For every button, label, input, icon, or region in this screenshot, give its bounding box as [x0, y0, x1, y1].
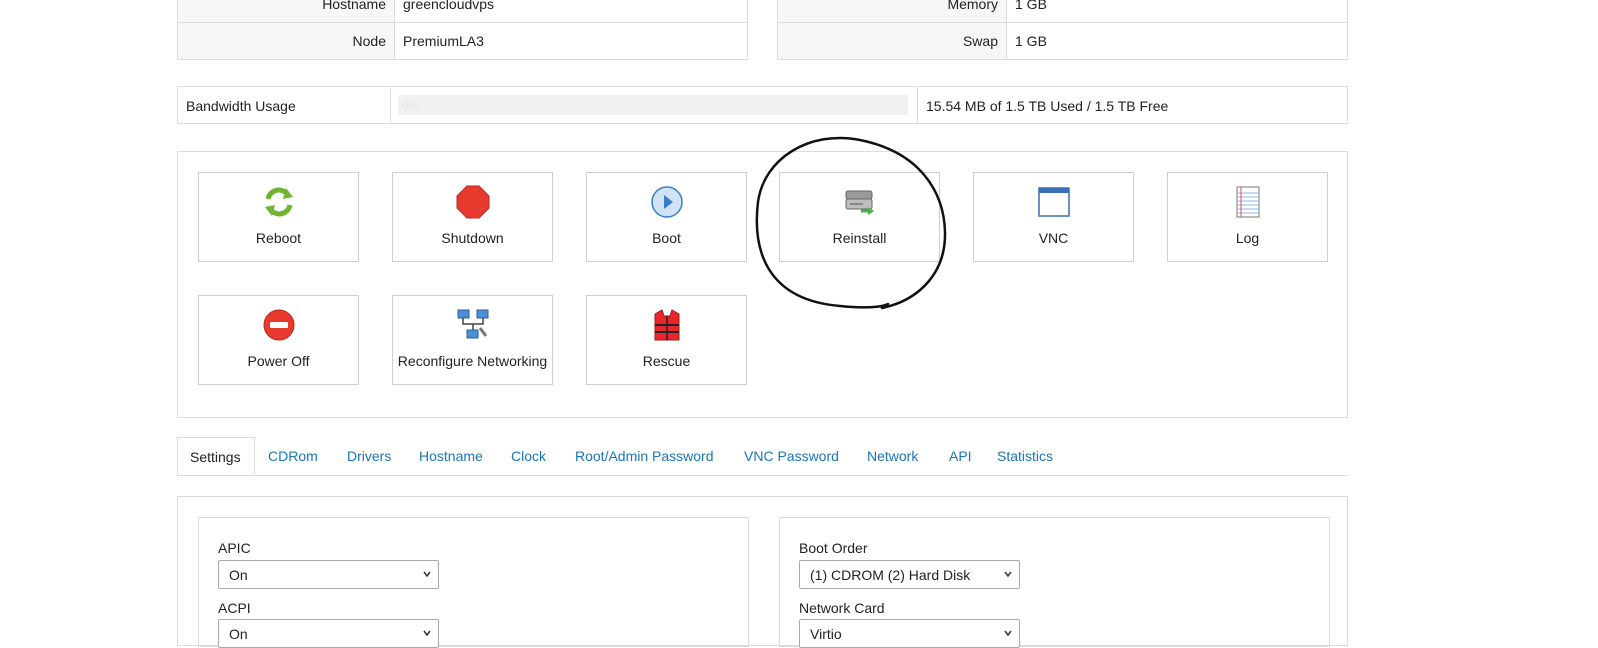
- vnc-label: VNC: [1038, 230, 1069, 246]
- network-card-label: Network Card: [799, 600, 885, 616]
- acpi-select-value: On: [229, 626, 248, 642]
- boot-order-select[interactable]: (1) CDROM (2) Hard Disk: [799, 560, 1020, 589]
- info-label: Swap: [777, 22, 1007, 60]
- tab-api[interactable]: API: [949, 437, 972, 475]
- chevron-down-icon: [1004, 630, 1012, 637]
- rescue-vest-icon: [654, 309, 679, 341]
- bandwidth-progress-track: 0%: [398, 95, 908, 115]
- apic-label: APIC: [218, 540, 251, 556]
- info-label: Node: [177, 22, 395, 60]
- boot-button[interactable]: Boot: [586, 172, 747, 262]
- reconfigure-networking-label: Reconfigure Networking: [397, 353, 548, 369]
- annotation-circle: [755, 136, 947, 310]
- vps-info-table-left: Hostname greencloudvps Node PremiumLA3: [177, 0, 748, 60]
- info-value: greencloudvps: [394, 0, 748, 23]
- apic-select[interactable]: On: [218, 560, 439, 589]
- vnc-window-icon: [1037, 187, 1070, 217]
- tab-hostname[interactable]: Hostname: [419, 437, 483, 475]
- chevron-down-icon: [423, 571, 431, 578]
- info-row-node: Node PremiumLA3: [177, 22, 748, 60]
- power-off-label: Power Off: [247, 353, 310, 369]
- apic-select-value: On: [229, 567, 248, 583]
- tab-statistics[interactable]: Statistics: [997, 437, 1053, 475]
- info-label: Hostname: [177, 0, 395, 23]
- tab-drivers[interactable]: Drivers: [347, 437, 391, 475]
- tab-root-admin-password[interactable]: Root/Admin Password: [575, 437, 714, 475]
- log-button[interactable]: Log: [1167, 172, 1328, 262]
- tab-vnc-password[interactable]: VNC Password: [744, 437, 839, 475]
- shutdown-label: Shutdown: [441, 230, 504, 246]
- shutdown-button[interactable]: Shutdown: [392, 172, 553, 262]
- bandwidth-percent-text: 0%: [402, 98, 420, 112]
- tab-clock[interactable]: Clock: [511, 437, 546, 475]
- network-card-select[interactable]: Virtio: [799, 619, 1020, 648]
- bandwidth-label: Bandwidth Usage: [186, 98, 296, 114]
- settings-tabs: Settings CDRom Drivers Hostname Clock Ro…: [177, 437, 1347, 476]
- vnc-button[interactable]: VNC: [973, 172, 1134, 262]
- power-off-button[interactable]: Power Off: [198, 295, 359, 385]
- tab-cdrom[interactable]: CDRom: [268, 437, 318, 475]
- reboot-icon: [264, 187, 293, 217]
- rescue-label: Rescue: [642, 353, 691, 369]
- info-row-hostname: Hostname greencloudvps: [177, 0, 748, 23]
- boot-icon: [650, 186, 683, 218]
- reboot-button[interactable]: Reboot: [198, 172, 359, 262]
- info-label: Memory: [777, 0, 1007, 23]
- chevron-down-icon: [423, 630, 431, 637]
- log-label: Log: [1235, 230, 1260, 246]
- info-row-memory: Memory 1 GB: [777, 0, 1348, 23]
- acpi-label: ACPI: [218, 600, 251, 616]
- rescue-button[interactable]: Rescue: [586, 295, 747, 385]
- boot-order-label: Boot Order: [799, 540, 868, 556]
- reconfigure-networking-button[interactable]: Reconfigure Networking: [392, 295, 553, 385]
- tab-settings[interactable]: Settings: [177, 437, 255, 475]
- boot-label: Boot: [652, 230, 681, 246]
- bandwidth-summary: 15.54 MB of 1.5 TB Used / 1.5 TB Free: [926, 98, 1169, 114]
- info-value: PremiumLA3: [394, 22, 748, 60]
- network-card-select-value: Virtio: [810, 626, 842, 642]
- chevron-down-icon: [1004, 571, 1012, 578]
- boot-order-select-value: (1) CDROM (2) Hard Disk: [810, 567, 971, 583]
- shutdown-icon: [456, 185, 489, 219]
- log-notepad-icon: [1236, 186, 1259, 218]
- bandwidth-row: Bandwidth Usage 0% 15.54 MB of 1.5 TB Us…: [177, 86, 1348, 124]
- reboot-label: Reboot: [255, 230, 302, 246]
- acpi-select[interactable]: On: [218, 619, 439, 648]
- tab-network[interactable]: Network: [867, 437, 918, 475]
- vps-info-table-right: Memory 1 GB Swap 1 GB: [777, 0, 1348, 60]
- info-row-swap: Swap 1 GB: [777, 22, 1348, 60]
- network-icon: [457, 309, 488, 339]
- info-value: 1 GB: [1006, 0, 1348, 23]
- info-value: 1 GB: [1006, 22, 1348, 60]
- power-off-icon: [263, 309, 294, 341]
